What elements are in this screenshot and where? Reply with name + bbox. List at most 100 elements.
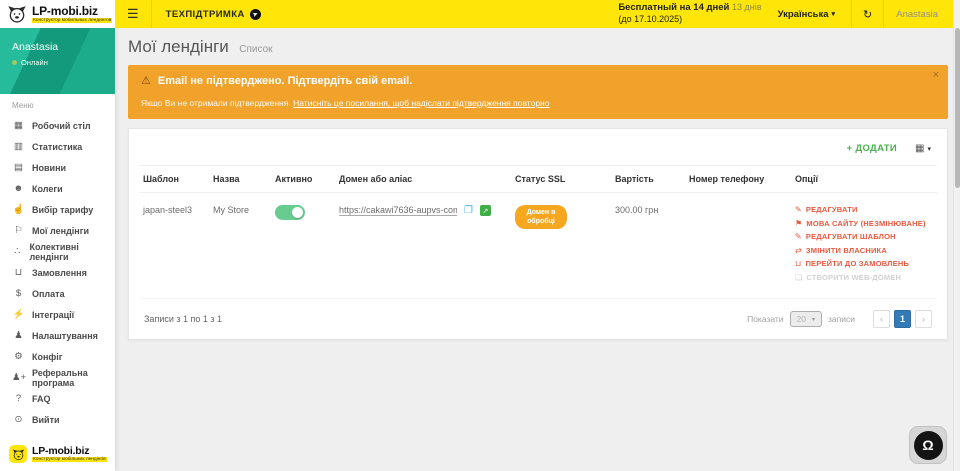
page-length-select[interactable]: 20 ▾	[790, 311, 822, 327]
go-to-orders-link[interactable]: ⊔ПЕРЕЙТИ ДО ЗАМОВЛЕНЬ	[795, 259, 933, 268]
ssl-status-badge: Домен в обробці	[515, 205, 567, 229]
prev-page-button[interactable]: ‹	[873, 310, 890, 328]
sidebar-item-desktop[interactable]: ▦Робочий стіл	[0, 115, 115, 136]
square-icon: ❏	[795, 273, 802, 282]
sidebar-item-settings[interactable]: ♟Налаштування	[0, 325, 115, 346]
trial-plan-label: Бесплатный на 14 дней	[618, 2, 729, 13]
language-selector[interactable]: Українська ▾	[778, 9, 835, 20]
col-header-options: Опції	[791, 166, 937, 193]
topbar-divider	[151, 0, 152, 28]
footer-brand-subtitle: Конструктор мобільних лендінгів	[32, 457, 107, 462]
trial-days-left: 13 днів	[732, 2, 762, 12]
sidebar-item-statistics[interactable]: ▥Статистика	[0, 136, 115, 157]
news-icon: ▤	[12, 162, 25, 173]
scrollbar-thumb[interactable]	[955, 28, 960, 188]
records-info: Записи з 1 по 1 з 1	[144, 314, 222, 324]
flag-icon: ⚑	[795, 219, 802, 228]
page-subtitle: Список	[239, 44, 272, 55]
chart-icon: ▥	[12, 141, 25, 152]
col-header-template: Шаблон	[139, 166, 209, 193]
sidebar-footer-logo[interactable]: LP-mobi.biz Конструктор мобільних лендін…	[9, 445, 107, 463]
col-header-phone: Номер телефону	[685, 166, 791, 193]
sidebar-item-orders[interactable]: ⊔Замовлення	[0, 262, 115, 283]
create-web-domain-link: ❏СТВОРИТИ WEB-ДОМЕН	[795, 273, 933, 282]
close-icon[interactable]: ×	[933, 70, 939, 81]
page-length-label: Показати	[747, 314, 783, 324]
sidebar-item-faq[interactable]: ?FAQ	[0, 388, 115, 409]
page-1-button[interactable]: 1	[894, 310, 911, 328]
sidebar-item-my-landings[interactable]: ⚐Мої лендінги	[0, 220, 115, 241]
sidebar-item-payment[interactable]: $Оплата	[0, 283, 115, 304]
online-status-label: Онлайн	[21, 58, 48, 67]
resend-confirmation-link[interactable]: Натисніть це посилання, щоб надіслати пі…	[293, 98, 549, 108]
sidebar-menu: ▦Робочий стіл ▥Статистика ▤Новини ☻Колег…	[0, 113, 115, 430]
person-icon: ♟	[12, 330, 25, 341]
next-page-button[interactable]: ›	[915, 310, 932, 328]
menu-section-label: Меню	[0, 94, 115, 113]
email-warning-banner: ⚠ Email не підтверджено. Підтвердіть сві…	[128, 65, 948, 119]
tech-support-label: ТЕХПІДТРИМКА	[166, 9, 245, 20]
col-header-domain: Домен або аліас	[335, 166, 511, 193]
col-header-ssl: Статус SSL	[511, 166, 611, 193]
pagination: ‹ 1 ›	[873, 310, 932, 328]
mascot-icon	[7, 4, 27, 24]
active-toggle[interactable]	[275, 205, 305, 220]
change-owner-link[interactable]: ⇄ЗМІНИТИ ВЛАСНИКА	[795, 246, 933, 255]
hamburger-menu-icon[interactable]: ☰	[115, 6, 151, 22]
tech-support-link[interactable]: ТЕХПІДТРИМКА ➤	[166, 9, 261, 20]
support-chat-widget[interactable]: Ω	[909, 426, 947, 464]
trial-until-date: (до 17.10.2025)	[618, 14, 761, 26]
col-header-price: Вартість	[611, 166, 685, 193]
cart-icon: ⊔	[12, 267, 25, 278]
question-icon: ?	[12, 393, 25, 404]
vertical-scrollbar	[953, 0, 960, 471]
sidebar-item-referral[interactable]: ♟+Реферальна програма	[0, 367, 115, 388]
page-title: Мої лендінги	[128, 37, 229, 56]
sidebar-item-logout[interactable]: ⊙Вийти	[0, 409, 115, 430]
chevron-down-icon: ▾	[812, 316, 815, 323]
footer-brand-title: LP-mobi.biz	[32, 446, 107, 458]
trial-status: Бесплатный на 14 дней 13 днів (до 17.10.…	[618, 2, 761, 26]
users-icon: ☻	[12, 183, 25, 194]
desktop-icon: ▦	[12, 120, 25, 131]
copy-icon[interactable]: ❐	[464, 205, 473, 216]
topbar-username[interactable]: Anastasia	[884, 9, 950, 20]
sidebar-item-news[interactable]: ▤Новини	[0, 157, 115, 178]
col-header-active: Активно	[271, 166, 335, 193]
share-icon: ∴	[12, 246, 23, 257]
sidebar-item-collective-landings[interactable]: ∴Колективні лендінги	[0, 241, 115, 262]
cell-price: 300.00 грн	[611, 193, 685, 299]
brand-title: LP-mobi.biz	[32, 5, 112, 18]
banner-title-text: Email не підтверджено. Підтвердіть свій …	[158, 75, 412, 87]
warning-icon: ⚠	[141, 74, 151, 87]
sidebar-item-integrations[interactable]: ⚡Інтеграції	[0, 304, 115, 325]
brand-logo[interactable]: LP-mobi.biz Конструктор мобильных лендин…	[0, 0, 115, 28]
site-language-link[interactable]: ⚑МОВА САЙТУ (НЕЗМІНЮВАНЕ)	[795, 219, 933, 228]
add-landing-button[interactable]: + ДОДАТИ	[847, 143, 897, 154]
sidebar: Anastasia Онлайн Меню ▦Робочий стіл ▥Ста…	[0, 28, 115, 471]
edit-template-link[interactable]: ✎РЕДАГУВАТИ ШАБЛОН	[795, 232, 933, 241]
landings-card: + ДОДАТИ ▦ ▾ Шаблон Назва Активно Домен …	[128, 128, 948, 340]
refresh-icon[interactable]: ↻	[852, 8, 883, 21]
topbar: ☰ ТЕХПІДТРИМКА ➤ Бесплатный на 14 дней 1…	[115, 0, 960, 28]
grid-icon: ▦	[915, 143, 924, 154]
hand-icon: ☝	[12, 204, 25, 215]
edit-link[interactable]: ✎РЕДАГУВАТИ	[795, 205, 933, 214]
domain-link[interactable]: https://cakawi7636-aupvs-com-42	[339, 205, 457, 216]
external-link-icon[interactable]: ↗	[480, 205, 491, 216]
headset-icon: Ω	[914, 431, 943, 460]
chevron-down-icon: ▾	[927, 145, 931, 153]
online-status-dot	[12, 60, 17, 65]
mascot-tile-icon	[9, 445, 27, 463]
main-content: Мої лендінги Список ⚠ Email не підтвердж…	[115, 28, 960, 471]
page-length-suffix: записи	[828, 314, 855, 324]
sidebar-item-config[interactable]: ⚙Конфіг	[0, 346, 115, 367]
language-label: Українська	[778, 9, 829, 20]
cart-icon: ⊔	[795, 259, 801, 268]
landings-table: Шаблон Назва Активно Домен або аліас Ста…	[139, 165, 937, 299]
sidebar-item-tariff[interactable]: ☝Вибір тарифу	[0, 199, 115, 220]
sidebar-item-colleagues[interactable]: ☻Колеги	[0, 178, 115, 199]
column-visibility-button[interactable]: ▦ ▾	[915, 143, 931, 154]
row-options: ✎РЕДАГУВАТИ ⚑МОВА САЙТУ (НЕЗМІНЮВАНЕ) ✎Р…	[795, 205, 933, 282]
person-add-icon: ♟+	[12, 372, 25, 383]
